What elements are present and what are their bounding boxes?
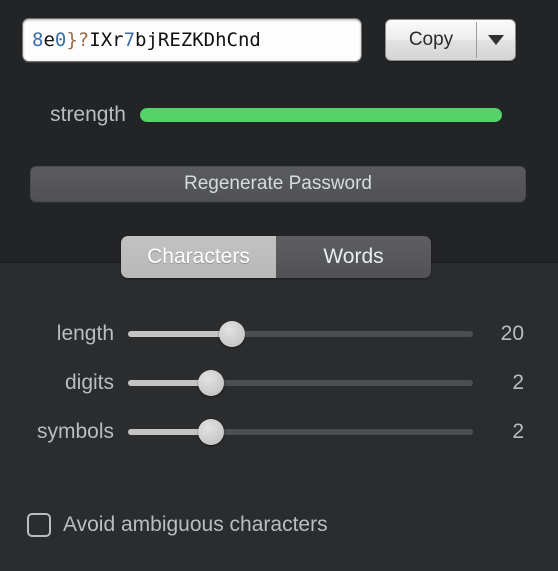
slider-value-digits: 2 (512, 371, 524, 394)
regenerate-password-button[interactable]: Regenerate Password (30, 166, 526, 202)
copy-button-label: Copy (408, 29, 454, 50)
copy-dropdown-button[interactable] (477, 20, 515, 60)
slider-row-digits: digits 2 (0, 366, 558, 400)
slider-row-length: length 20 (0, 317, 558, 351)
avoid-ambiguous-row[interactable]: Avoid ambiguous characters (27, 511, 328, 539)
avoid-ambiguous-checkbox[interactable] (27, 513, 51, 537)
slider-knob-symbols[interactable] (197, 419, 224, 445)
slider-length[interactable] (128, 320, 473, 348)
slider-value-symbols: 2 (512, 420, 524, 443)
slider-label-digits: digits (64, 371, 114, 394)
password-value: 8e0}?IXr7bjREZKDhCnd (32, 28, 261, 51)
strength-label: strength (50, 103, 126, 126)
slider-value-length: 20 (500, 322, 524, 345)
slider-knob-length[interactable] (218, 321, 245, 347)
strength-meter (140, 108, 502, 122)
slider-label-symbols: symbols (36, 420, 114, 443)
strength-row: strength (0, 98, 558, 132)
slider-fill-length (128, 331, 232, 337)
slider-row-symbols: symbols 2 (0, 415, 558, 449)
slider-label-length: length (56, 322, 114, 345)
slider-knob-digits[interactable] (197, 370, 224, 396)
tab-words[interactable]: Words (276, 236, 431, 278)
copy-button[interactable]: Copy (385, 19, 516, 61)
password-row: 8e0}?IXr7bjREZKDhCnd Copy (0, 18, 558, 72)
avoid-ambiguous-label: Avoid ambiguous characters (63, 513, 328, 536)
strength-meter-fill (140, 108, 502, 122)
slider-digits[interactable] (128, 369, 473, 397)
mode-tab-group: Characters Words (121, 236, 431, 278)
chevron-down-icon (488, 35, 504, 45)
tab-characters[interactable]: Characters (121, 236, 276, 278)
slider-symbols[interactable] (128, 418, 473, 446)
password-input[interactable]: 8e0}?IXr7bjREZKDhCnd (22, 18, 362, 62)
